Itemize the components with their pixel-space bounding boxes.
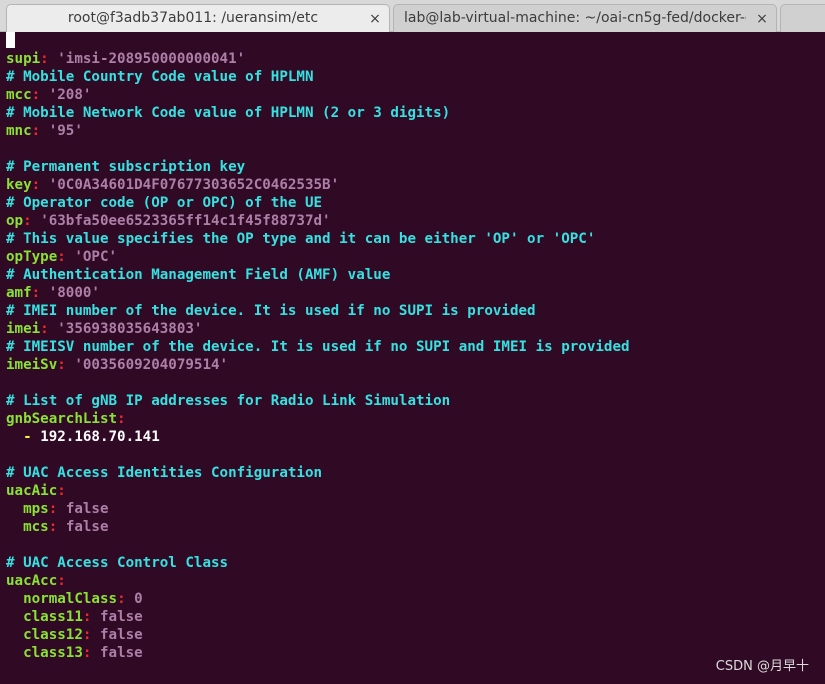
config-line: opType: 'OPC' [6,249,118,265]
config-value: false [65,519,109,535]
terminal-window: root@f3adb37ab011: /ueransim/etc × lab@l… [0,0,825,684]
config-line: mps: false [23,501,109,517]
comment-text: # Mobile Network Code value of HPLMN (2 … [6,105,451,121]
watermark: CSDN @月早十 [715,659,809,674]
config-line: uacAcc: [6,573,66,589]
config-value: '63bfa50ee6523365ff14c1f45f88737d' [40,213,331,229]
comment-line: # Permanent subscription key [6,158,825,176]
comment-line: # UAC Access Identities Configuration [6,464,825,482]
comment-text: # UAC Access Control Class [6,555,229,571]
config-line: gnbSearchList: [6,411,126,427]
config-key: supi [6,51,41,67]
config-value: '8000' [48,285,100,301]
config-line: mcc: '208' [6,87,92,103]
config-key: gnbSearchList [6,411,118,427]
close-icon[interactable]: × [754,11,770,27]
comment-line: # List of gNB IP addresses for Radio Lin… [6,392,825,410]
config-value: false [65,501,109,517]
tab-lab-virtual-machine[interactable]: lab@lab-virtual-machine: ~/oai-cn5g-fed/… [393,4,777,32]
config-line: class12: false [23,627,143,643]
config-key: opType [6,249,58,265]
comment-line: # This value specifies the OP type and i… [6,230,825,248]
comment-text: # UAC Access Identities Configuration [6,465,323,481]
list-item-line: - 192.168.70.141 [6,428,825,446]
config-key: imei [6,321,41,337]
config-line: imei: '356938035643803' [6,321,203,337]
config-key: normalClass [23,591,118,607]
comment-line: # Operator code (OP or OPC) of the UE [6,194,825,212]
config-line: class13: false [23,645,143,661]
config-value: '95' [48,123,83,139]
config-key: imeiSv [6,357,58,373]
comment-line: # IMEI number of the device. It is used … [6,302,825,320]
config-key: mcc [6,87,32,103]
config-line: mcs: false [23,519,109,535]
config-key: uacAcc [6,573,58,589]
comment-text: # This value specifies the OP type and i… [6,231,596,247]
config-value: '356938035643803' [57,321,203,337]
config-line: key: '0C0A34601D4F07677303652C0462535B' [6,177,340,193]
comment-line: # Mobile Network Code value of HPLMN (2 … [6,104,825,122]
config-line: class11: false [23,609,143,625]
config-key: mnc [6,123,32,139]
comment-text: # Operator code (OP or OPC) of the UE [6,195,323,211]
config-key: amf [6,285,32,301]
tab-title: lab@lab-virtual-machine: ~/oai-cn5g-fed/… [404,10,746,26]
config-line: op: '63bfa50ee6523365ff14c1f45f88737d' [6,213,331,229]
comment-text: # IMEI number of the device. It is used … [6,303,536,319]
config-value: false [99,645,143,661]
config-key: uacAic [6,483,58,499]
config-key: mps [23,501,49,517]
config-key: class12 [23,627,83,643]
config-line: supi: 'imsi-208950000000041' [6,51,246,67]
list-value: 192.168.70.141 [40,429,160,445]
comment-text: # Permanent subscription key [6,159,246,175]
config-line: imeiSv: '0035609204079514' [6,357,229,373]
config-value: '0C0A34601D4F07677303652C0462535B' [48,177,340,193]
config-line: amf: '8000' [6,285,100,301]
config-value: false [99,609,143,625]
config-value: 'OPC' [74,249,118,265]
config-key: class13 [23,645,83,661]
comment-line: # Mobile Country Code value of HPLMN [6,68,825,86]
comment-text: # List of gNB IP addresses for Radio Lin… [6,393,451,409]
comment-line: # UAC Access Control Class [6,554,825,572]
config-value: '0035609204079514' [74,357,229,373]
config-key: mcs [23,519,49,535]
config-value: false [99,627,143,643]
config-line: uacAic: [6,483,66,499]
config-line: normalClass: 0 [23,591,143,607]
config-key: op [6,213,24,229]
terminal-output[interactable]: supi: 'imsi-208950000000041' # Mobile Cou… [0,32,825,684]
tab-title: root@f3adb37ab011: /ueransim/etc [67,10,319,26]
cursor-line [6,32,825,50]
config-key: class11 [23,609,83,625]
tab-root-ueransim[interactable]: root@f3adb37ab011: /ueransim/etc × [6,4,390,33]
text-cursor [6,32,15,48]
config-key: key [6,177,32,193]
list-dash: - [23,429,32,445]
comment-text: # Mobile Country Code value of HPLMN [6,69,314,85]
config-line: mnc: '95' [6,123,83,139]
comment-text: # IMEISV number of the device. It is use… [6,339,630,355]
config-value: '208' [48,87,92,103]
comment-text: # Authentication Management Field (AMF) … [6,267,391,283]
comment-line: # IMEISV number of the device. It is use… [6,338,825,356]
close-icon[interactable]: × [367,11,383,27]
config-value: 'imsi-208950000000041' [57,51,246,67]
config-value: 0 [134,591,143,607]
tab-bar: root@f3adb37ab011: /ueransim/etc × lab@l… [0,0,825,33]
tab-partial[interactable] [780,4,825,32]
comment-line: # Authentication Management Field (AMF) … [6,266,825,284]
